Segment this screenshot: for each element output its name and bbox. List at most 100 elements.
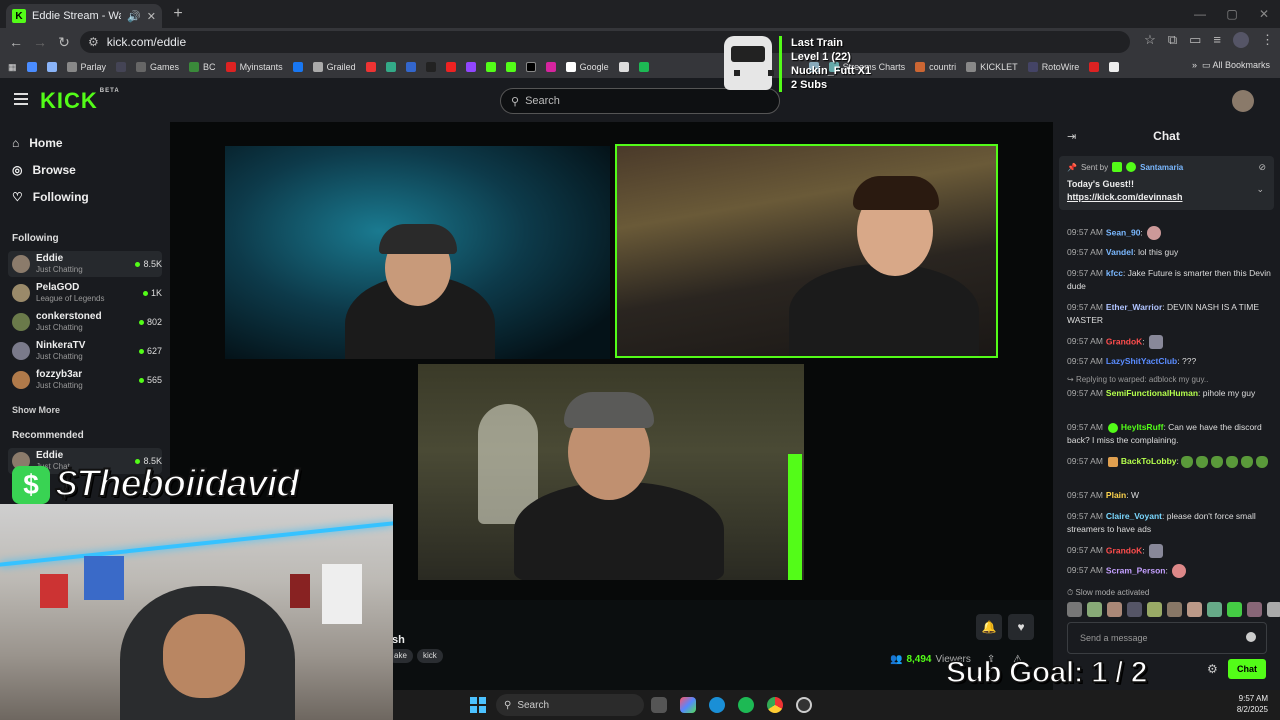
following-channel[interactable]: fozzyb3ar Just Chatting 565: [8, 367, 162, 393]
task-view-icon[interactable]: [651, 697, 667, 713]
bookmark-item[interactable]: [505, 62, 516, 72]
chatter-avatar[interactable]: [1147, 602, 1162, 617]
bookmark-item[interactable]: [638, 62, 649, 72]
chatter-avatar[interactable]: [1267, 602, 1280, 617]
system-clock[interactable]: 9:57 AM 8/2/2025: [1237, 693, 1268, 715]
chat-title: Chat: [1153, 129, 1180, 143]
chatter-avatar[interactable]: [1247, 602, 1262, 617]
close-window-icon[interactable]: ✕: [1248, 0, 1280, 28]
bookmark-item[interactable]: [116, 62, 127, 72]
url-field[interactable]: ⚙ kick.com/eddie: [80, 31, 1130, 53]
bookmark-myinstants[interactable]: Myinstants: [225, 62, 283, 72]
follow-button[interactable]: ♥: [1008, 614, 1034, 640]
minimize-icon[interactable]: —: [1184, 0, 1216, 28]
following-channel[interactable]: Eddie Just Chatting 8.5K: [8, 251, 162, 277]
forward-icon[interactable]: →: [28, 34, 52, 50]
nav-home[interactable]: ⌂ Home: [12, 136, 63, 150]
bookmark-item[interactable]: [1109, 62, 1120, 72]
bookmark-parlay[interactable]: Parlay: [66, 62, 106, 72]
browser-tab[interactable]: K Eddie Stream - Watch Live ... 🔊 ✕: [6, 4, 162, 28]
media-icon[interactable]: ≡: [1213, 32, 1221, 48]
spotify-icon[interactable]: [738, 697, 754, 713]
obs-icon[interactable]: [796, 697, 812, 713]
close-tab-icon[interactable]: ✕: [147, 10, 156, 23]
sidepanel-icon[interactable]: ▭: [1189, 32, 1201, 48]
chat-message-input[interactable]: Send a message: [1067, 622, 1267, 654]
show-more-button[interactable]: Show More: [12, 405, 60, 415]
edge-icon[interactable]: [709, 697, 725, 713]
pinned-link[interactable]: https://kick.com/devinnash: [1067, 191, 1266, 204]
bookmark-grailed[interactable]: Grailed: [312, 62, 356, 72]
bookmark-item[interactable]: [385, 62, 396, 72]
speaker-icon[interactable]: 🔊: [127, 10, 141, 23]
chatter-avatar[interactable]: [1207, 602, 1222, 617]
user-avatar[interactable]: [1232, 90, 1254, 112]
bookmark-item[interactable]: [26, 62, 37, 72]
chevron-down-icon[interactable]: ⌄: [1256, 184, 1264, 195]
chatter-avatar[interactable]: [1167, 602, 1182, 617]
bookmark-item[interactable]: [485, 62, 496, 72]
bookmark-item[interactable]: [465, 62, 476, 72]
extensions-icon[interactable]: ⧉: [1168, 32, 1177, 48]
hide-pin-icon[interactable]: ⊘: [1258, 162, 1266, 173]
emoji-icon[interactable]: [1246, 632, 1256, 642]
site-info-icon[interactable]: ⚙: [88, 35, 99, 49]
menu-icon[interactable]: [14, 93, 28, 105]
bookmark-rotowire[interactable]: RotoWire: [1027, 62, 1079, 72]
pepe-emote-icon: [1211, 455, 1224, 468]
dollar-icon: $: [12, 465, 50, 504]
following-section-label: Following: [12, 233, 59, 244]
chatter-avatar[interactable]: [1107, 602, 1122, 617]
copilot-icon[interactable]: [680, 697, 696, 713]
notification-bell-button[interactable]: 🔔: [976, 614, 1002, 640]
bookmark-item[interactable]: [46, 62, 57, 72]
browser-menu-icon[interactable]: ⋮: [1261, 32, 1274, 48]
bookmark-star-icon[interactable]: ☆: [1144, 32, 1156, 48]
send-chat-button[interactable]: Chat: [1228, 659, 1266, 679]
nav-following[interactable]: ♡ Following: [12, 190, 89, 204]
reply-indicator[interactable]: ↪ Replying to warped: adblock my guy..: [1067, 375, 1208, 384]
bookmark-item[interactable]: [545, 62, 556, 72]
all-bookmarks[interactable]: » ▭ All Bookmarks: [1185, 60, 1270, 71]
bookmark-item[interactable]: [525, 62, 536, 72]
bookmark-kicklet[interactable]: KICKLET: [966, 62, 1018, 72]
bookmark-item[interactable]: [618, 62, 629, 72]
chrome-icon[interactable]: [767, 697, 783, 713]
new-tab-button[interactable]: +: [168, 4, 188, 24]
windows-start-icon[interactable]: [470, 697, 486, 713]
bookmark-item[interactable]: [425, 62, 436, 72]
bookmark-countri[interactable]: countri: [915, 62, 956, 72]
bookmark-item[interactable]: [405, 62, 416, 72]
following-channel[interactable]: PelaGOD League of Legends 1K: [8, 280, 162, 306]
chatter-avatar[interactable]: [1067, 602, 1082, 617]
bookmark-games[interactable]: Games: [136, 62, 179, 72]
taskbar-search[interactable]: ⚲ Search: [496, 694, 644, 716]
kick-logo[interactable]: KICK BETA: [40, 88, 120, 114]
bookmark-google[interactable]: Google: [565, 62, 609, 72]
nav-browse[interactable]: ◎ Browse: [12, 163, 76, 177]
chatter-avatar[interactable]: [1187, 602, 1202, 617]
wall-poster: [322, 564, 362, 624]
heart-icon: ♥: [1017, 620, 1025, 634]
maximize-icon[interactable]: ▢: [1216, 0, 1248, 28]
heart-icon: ♡: [12, 190, 23, 204]
profile-avatar[interactable]: [1233, 32, 1249, 48]
bookmark-item[interactable]: [445, 62, 456, 72]
pinned-sender-row: 📌 Sent by Santamaria: [1067, 162, 1184, 172]
chatter-avatar[interactable]: [1127, 602, 1142, 617]
chatter-avatar[interactable]: [1227, 602, 1242, 617]
apps-icon[interactable]: ▦: [8, 62, 17, 73]
reload-icon[interactable]: ↻: [52, 34, 76, 51]
back-icon[interactable]: ←: [4, 34, 28, 50]
verified-badge-icon: [1107, 422, 1118, 433]
chat-settings-icon[interactable]: ⚙: [1207, 662, 1218, 676]
bookmark-item[interactable]: [292, 62, 303, 72]
following-channel[interactable]: conkerstoned Just Chatting 802: [8, 309, 162, 335]
chatter-avatar[interactable]: [1087, 602, 1102, 617]
bookmark-item[interactable]: [1089, 62, 1100, 72]
bookmark-bc[interactable]: BC: [189, 62, 216, 72]
following-channel[interactable]: NinkeraTV Just Chatting 627: [8, 338, 162, 364]
person-hair: [853, 176, 939, 210]
bookmark-item[interactable]: [365, 62, 376, 72]
stream-tag[interactable]: kick: [417, 649, 443, 663]
